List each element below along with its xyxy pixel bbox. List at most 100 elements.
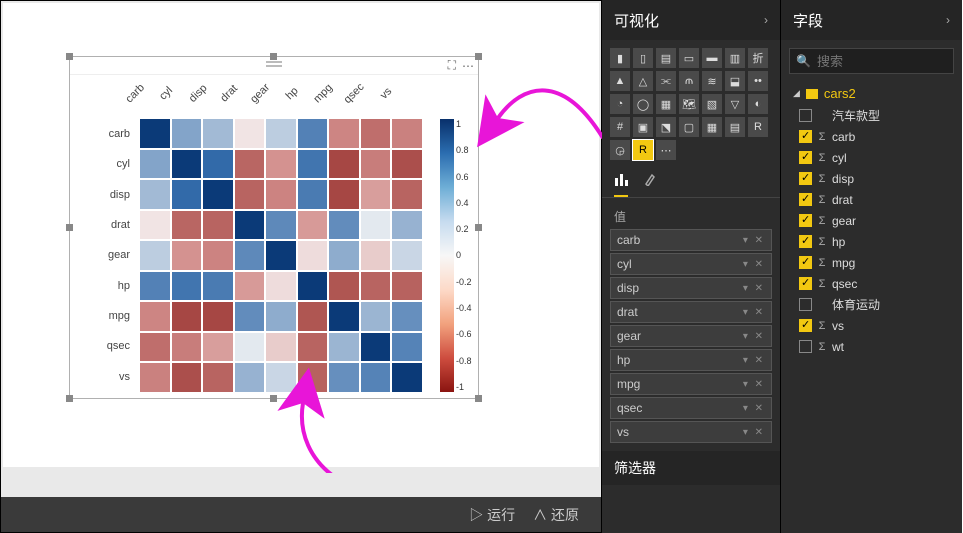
viz-type-bar-clustered[interactable]: ▯ bbox=[633, 48, 653, 68]
resize-handle-mr[interactable] bbox=[475, 224, 482, 231]
value-item-controls[interactable]: ▾ ✕ bbox=[743, 259, 765, 270]
viz-type-bar-h-100[interactable]: ▥ bbox=[725, 48, 745, 68]
field-checkbox[interactable] bbox=[799, 298, 812, 311]
expand-icon[interactable]: ◢ bbox=[793, 88, 800, 99]
value-item-controls[interactable]: ▾ ✕ bbox=[743, 307, 765, 318]
field-item[interactable]: Σqsec bbox=[799, 273, 958, 294]
focus-mode-icon[interactable]: ⛶ bbox=[448, 58, 456, 73]
viz-type-line-bar[interactable]: ⫘ bbox=[656, 71, 676, 91]
value-item[interactable]: gear▾ ✕ bbox=[610, 325, 772, 347]
viz-type-scatter[interactable]: •• bbox=[748, 71, 768, 91]
format-tab[interactable] bbox=[644, 172, 658, 197]
revert-button[interactable]: ∧ 还原 bbox=[533, 505, 579, 525]
viz-type-card[interactable]: # bbox=[610, 117, 630, 137]
canvas-page[interactable]: ⛶ ⋯ carbcyldispdratgearhpmpgqsecvs carbc… bbox=[3, 3, 599, 467]
viz-type-arcgis[interactable]: ◶ bbox=[610, 140, 630, 160]
value-item-controls[interactable]: ▾ ✕ bbox=[743, 283, 765, 294]
field-item[interactable]: 体育运动 bbox=[799, 294, 958, 315]
field-item[interactable]: Σdisp bbox=[799, 168, 958, 189]
field-checkbox[interactable] bbox=[799, 109, 812, 122]
viz-type-more[interactable]: ⋯ bbox=[656, 140, 676, 160]
value-item[interactable]: mpg▾ ✕ bbox=[610, 373, 772, 395]
resize-handle-mt[interactable] bbox=[270, 53, 277, 60]
field-checkbox[interactable] bbox=[799, 214, 812, 227]
fields-search[interactable]: 🔍 bbox=[789, 48, 954, 74]
field-item[interactable]: Σhp bbox=[799, 231, 958, 252]
value-item-controls[interactable]: ▾ ✕ bbox=[743, 331, 765, 342]
field-checkbox[interactable] bbox=[799, 256, 812, 269]
viz-type-r-visual[interactable]: R bbox=[748, 117, 768, 137]
viz-type-matrix[interactable]: ▤ bbox=[725, 117, 745, 137]
field-item[interactable]: Σmpg bbox=[799, 252, 958, 273]
drag-grip-icon[interactable] bbox=[266, 61, 282, 69]
field-checkbox[interactable] bbox=[799, 277, 812, 290]
viz-type-donut[interactable]: ◯ bbox=[633, 94, 653, 114]
value-item-controls[interactable]: ▾ ✕ bbox=[743, 403, 765, 414]
search-input[interactable] bbox=[817, 54, 963, 69]
viz-type-table[interactable]: ▦ bbox=[702, 117, 722, 137]
field-checkbox[interactable] bbox=[799, 130, 812, 143]
field-item[interactable]: Σcarb bbox=[799, 126, 958, 147]
value-item[interactable]: cyl▾ ✕ bbox=[610, 253, 772, 275]
viz-type-bar-100[interactable]: ▤ bbox=[656, 48, 676, 68]
viz-type-funnel[interactable]: ▽ bbox=[725, 94, 745, 114]
field-item[interactable]: Σdrat bbox=[799, 189, 958, 210]
more-icon[interactable]: ⋯ bbox=[462, 59, 474, 73]
field-checkbox[interactable] bbox=[799, 172, 812, 185]
viz-type-waterfall[interactable]: ⬓ bbox=[725, 71, 745, 91]
table-node[interactable]: ◢ cars2 bbox=[781, 82, 962, 105]
filters-header[interactable]: 筛选器 bbox=[602, 451, 780, 485]
fields-header[interactable]: 字段 › bbox=[781, 0, 962, 40]
viz-type-treemap[interactable]: ▦ bbox=[656, 94, 676, 114]
r-visual-container[interactable]: ⛶ ⋯ carbcyldispdratgearhpmpgqsecvs carbc… bbox=[69, 56, 479, 399]
viz-type-map[interactable]: 🗺 bbox=[679, 94, 699, 114]
viz-type-filled-map[interactable]: ▧ bbox=[702, 94, 722, 114]
resize-handle-br[interactable] bbox=[475, 395, 482, 402]
viz-type-line-bar2[interactable]: ⫙ bbox=[679, 71, 699, 91]
field-checkbox[interactable] bbox=[799, 193, 812, 206]
viz-type-bar-h-clustered[interactable]: ▬ bbox=[702, 48, 722, 68]
fields-tab[interactable] bbox=[614, 172, 628, 197]
viz-type-line[interactable]: 折 bbox=[748, 48, 768, 68]
field-item[interactable]: Σwt bbox=[799, 336, 958, 357]
viz-type-pie[interactable]: ◔ bbox=[610, 94, 630, 114]
viz-type-gauge[interactable]: ◐ bbox=[748, 94, 768, 114]
report-canvas[interactable]: ⛶ ⋯ carbcyldispdratgearhpmpgqsecvs carbc… bbox=[0, 0, 602, 533]
value-item-controls[interactable]: ▾ ✕ bbox=[743, 379, 765, 390]
resize-handle-tr[interactable] bbox=[475, 53, 482, 60]
value-item[interactable]: disp▾ ✕ bbox=[610, 277, 772, 299]
value-item[interactable]: qsec▾ ✕ bbox=[610, 397, 772, 419]
field-checkbox[interactable] bbox=[799, 319, 812, 332]
field-checkbox[interactable] bbox=[799, 235, 812, 248]
viz-type-bar-h-stacked[interactable]: ▭ bbox=[679, 48, 699, 68]
viz-type-r-script-visual[interactable]: R bbox=[633, 140, 653, 160]
viz-type-bar-stacked[interactable]: ▮ bbox=[610, 48, 630, 68]
field-item[interactable]: Σvs bbox=[799, 315, 958, 336]
chevron-right-icon[interactable]: › bbox=[764, 13, 768, 27]
run-button[interactable]: ▷ 运行 bbox=[469, 505, 515, 525]
viz-type-area-stacked[interactable]: △ bbox=[633, 71, 653, 91]
viz-type-kpi[interactable]: ⬔ bbox=[656, 117, 676, 137]
resize-handle-tl[interactable] bbox=[66, 53, 73, 60]
values-well[interactable]: carb▾ ✕cyl▾ ✕disp▾ ✕drat▾ ✕gear▾ ✕hp▾ ✕m… bbox=[602, 229, 780, 443]
viz-type-ribbon[interactable]: ≋ bbox=[702, 71, 722, 91]
resize-handle-ml[interactable] bbox=[66, 224, 73, 231]
value-item-controls[interactable]: ▾ ✕ bbox=[743, 235, 765, 246]
field-item[interactable]: Σgear bbox=[799, 210, 958, 231]
viz-type-area[interactable]: ▲ bbox=[610, 71, 630, 91]
value-item[interactable]: hp▾ ✕ bbox=[610, 349, 772, 371]
value-item[interactable]: drat▾ ✕ bbox=[610, 301, 772, 323]
field-item[interactable]: Σcyl bbox=[799, 147, 958, 168]
value-item[interactable]: vs▾ ✕ bbox=[610, 421, 772, 443]
viz-type-slicer[interactable]: ▢ bbox=[679, 117, 699, 137]
field-checkbox[interactable] bbox=[799, 151, 812, 164]
resize-handle-mb[interactable] bbox=[270, 395, 277, 402]
value-item-controls[interactable]: ▾ ✕ bbox=[743, 355, 765, 366]
field-checkbox[interactable] bbox=[799, 340, 812, 353]
chevron-right-icon[interactable]: › bbox=[946, 13, 950, 27]
resize-handle-bl[interactable] bbox=[66, 395, 73, 402]
viz-type-multi-card[interactable]: ▣ bbox=[633, 117, 653, 137]
visualizations-header[interactable]: 可视化 › bbox=[602, 0, 780, 40]
field-item[interactable]: 汽车款型 bbox=[799, 105, 958, 126]
value-item-controls[interactable]: ▾ ✕ bbox=[743, 427, 765, 438]
